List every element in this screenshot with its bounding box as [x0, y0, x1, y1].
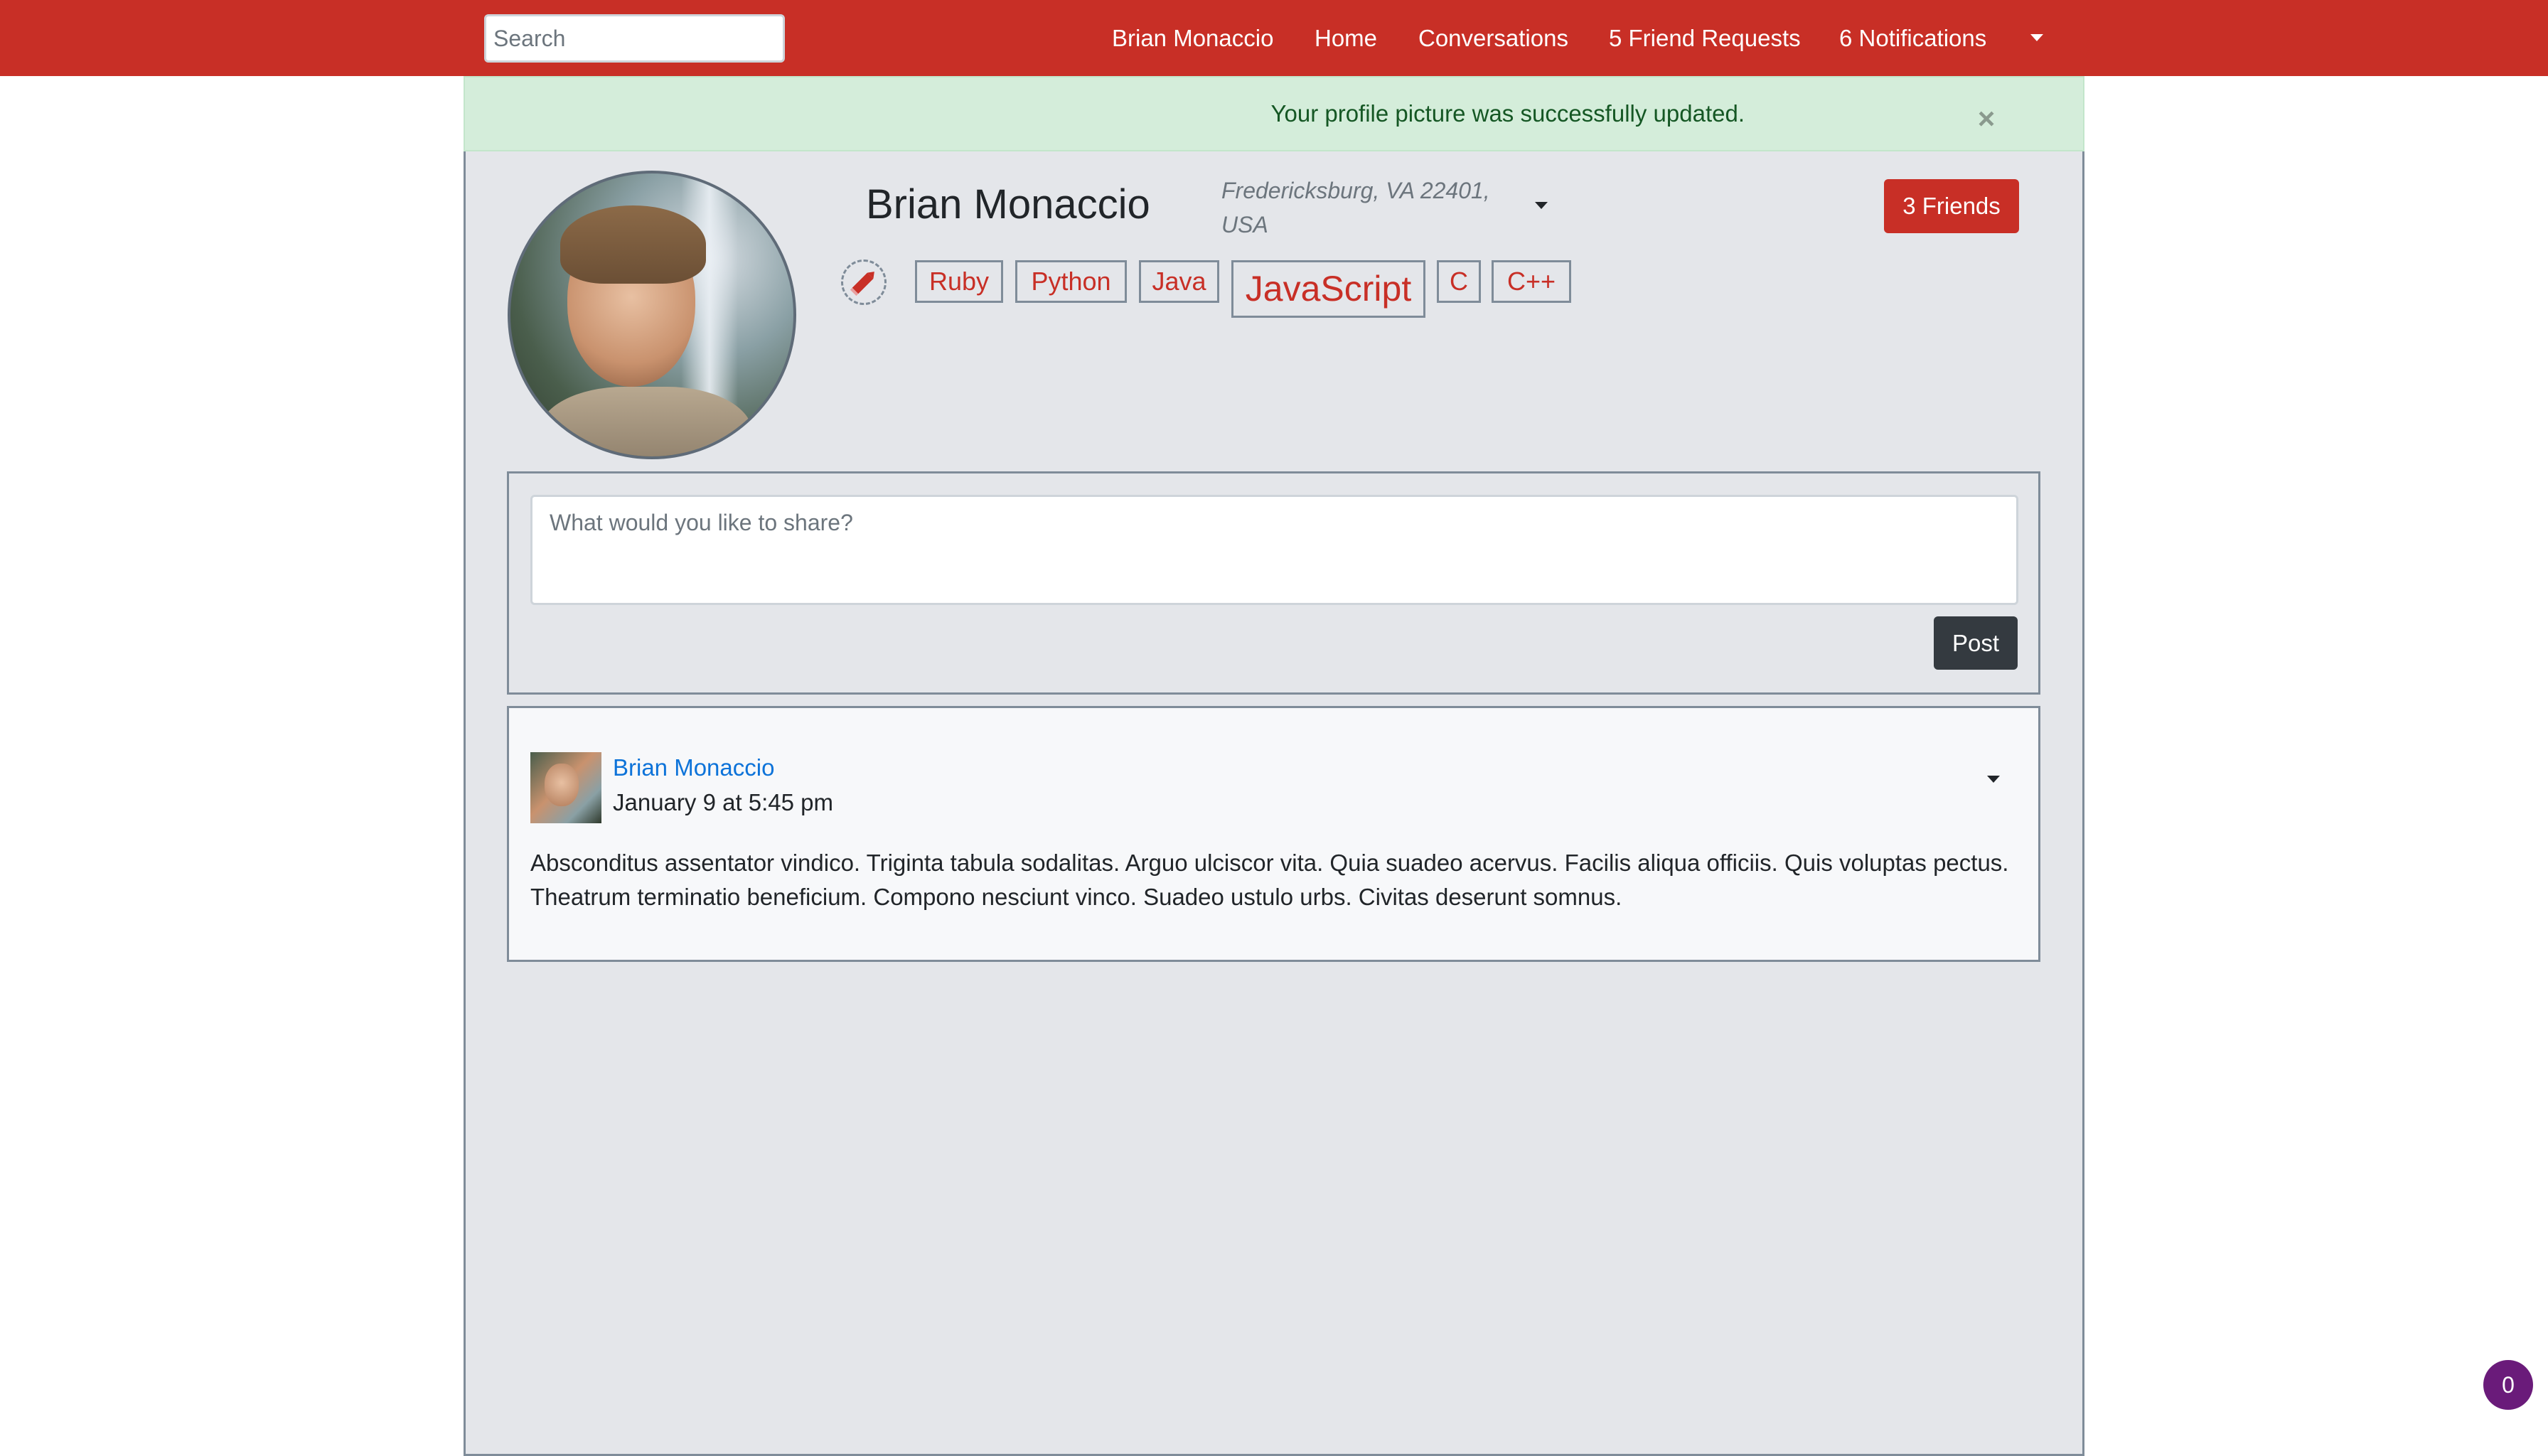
nav-dropdown-caret-icon[interactable] — [2030, 34, 2043, 41]
nav-link-friend-requests[interactable]: 5 Friend Requests — [1609, 24, 1801, 53]
profile-location: Fredericksburg, VA 22401, USA — [1221, 178, 1490, 237]
post-body-text: Absconditus assentator vindico. Triginta… — [530, 850, 2009, 910]
tag-java[interactable]: Java — [1139, 260, 1219, 303]
pencil-icon[interactable] — [841, 259, 887, 305]
top-navbar: Brian Monaccio Home Conversations 5 Frie… — [0, 0, 2548, 76]
search-input[interactable] — [484, 14, 785, 63]
alert-message: Your profile picture was successfully up… — [1270, 100, 1745, 127]
avatar-hair — [560, 205, 706, 284]
friends-button[interactable]: 3 Friends — [1884, 179, 2019, 233]
nav-link-profile[interactable]: Brian Monaccio — [1112, 24, 1273, 53]
post-card — [507, 706, 2040, 962]
avatar-shirt — [539, 387, 752, 456]
profile-avatar[interactable] — [508, 171, 796, 459]
floating-count-badge[interactable]: 0 — [2483, 1360, 2533, 1410]
nav-link-home[interactable]: Home — [1315, 24, 1377, 53]
nav-link-notifications[interactable]: 6 Notifications — [1839, 24, 1986, 53]
post-timestamp: January 9 at 5:45 pm — [613, 789, 834, 815]
close-icon[interactable]: × — [1972, 104, 2001, 134]
tag-javascript[interactable]: JavaScript — [1231, 260, 1425, 318]
tag-c[interactable]: C — [1437, 260, 1481, 303]
post-avatar-face — [545, 764, 579, 806]
post-button[interactable]: Post — [1934, 616, 2018, 670]
success-alert: Your profile picture was successfully up… — [464, 76, 2084, 151]
tag-ruby[interactable]: Ruby — [915, 260, 1003, 303]
share-textarea[interactable] — [530, 495, 2018, 605]
profile-name: Brian Monaccio — [866, 181, 1150, 228]
location-caret-down-icon[interactable] — [1535, 202, 1548, 209]
post-author-avatar[interactable] — [530, 752, 601, 823]
tag-cpp[interactable]: C++ — [1492, 260, 1571, 303]
tag-python[interactable]: Python — [1015, 260, 1127, 303]
post-options-caret-down-icon[interactable] — [1987, 776, 2000, 783]
nav-link-conversations[interactable]: Conversations — [1418, 24, 1568, 53]
post-author-link[interactable]: Brian Monaccio — [613, 754, 774, 781]
